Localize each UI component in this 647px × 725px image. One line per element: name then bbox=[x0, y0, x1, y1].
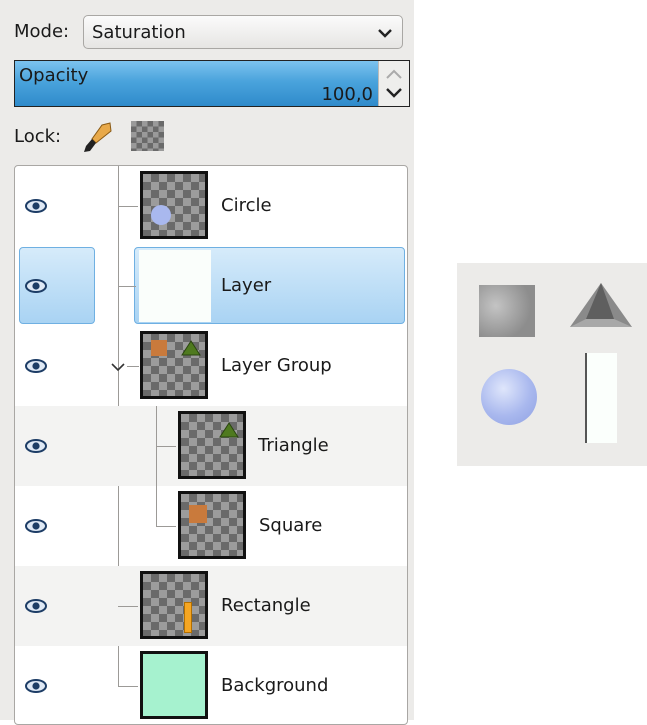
layer-name: Layer bbox=[221, 275, 272, 296]
layers-list: Circle Layer Layer Group Triangle Square… bbox=[14, 165, 408, 725]
circle-shape bbox=[151, 205, 171, 225]
square-shape bbox=[189, 505, 207, 523]
layer-row-background[interactable]: Background bbox=[15, 646, 407, 724]
layer-thumbnail bbox=[140, 651, 208, 719]
square-shape bbox=[151, 340, 167, 356]
mode-value: Saturation bbox=[92, 22, 186, 43]
chevron-down-icon bbox=[378, 29, 392, 38]
eye-icon[interactable] bbox=[22, 672, 50, 700]
tree-branch bbox=[118, 606, 138, 607]
layer-thumbnail bbox=[140, 571, 208, 639]
layer-name: Triangle bbox=[258, 435, 329, 456]
lock-alpha-icon[interactable] bbox=[131, 121, 164, 151]
layer-name: Circle bbox=[221, 195, 272, 216]
tree-branch bbox=[118, 686, 138, 687]
tree-branch bbox=[127, 366, 139, 367]
eye-icon[interactable] bbox=[22, 512, 50, 540]
layer-thumbnail bbox=[178, 491, 246, 559]
tree-branch bbox=[156, 526, 176, 527]
layer-thumbnail bbox=[178, 411, 246, 479]
rectangle-shape bbox=[184, 602, 192, 633]
texture-swatch bbox=[479, 285, 535, 337]
opacity-spinner[interactable] bbox=[378, 61, 409, 106]
layers-panel: Mode: Saturation Opacity 100,0 Lock: Cir… bbox=[0, 0, 414, 725]
layer-thumbnail bbox=[139, 250, 211, 322]
layer-row-layer-group[interactable]: Layer Group bbox=[15, 326, 407, 406]
tree-branch bbox=[118, 286, 136, 287]
expander-chevron-icon[interactable] bbox=[110, 359, 126, 375]
layer-name: Square bbox=[259, 515, 323, 536]
eye-icon[interactable] bbox=[22, 272, 50, 300]
opacity-label: Opacity bbox=[19, 65, 89, 86]
opacity-value: 100,0 bbox=[321, 84, 373, 105]
layer-row-square[interactable]: Square bbox=[15, 486, 407, 566]
triangle-3d-shape bbox=[570, 283, 632, 327]
white-strip-shape bbox=[585, 353, 617, 443]
eye-icon[interactable] bbox=[22, 352, 50, 380]
layer-name: Layer Group bbox=[221, 355, 332, 376]
layer-name: Background bbox=[221, 675, 329, 696]
lock-pixels-brush-icon[interactable] bbox=[80, 119, 116, 155]
layer-row-triangle[interactable]: Triangle bbox=[15, 406, 407, 486]
eye-icon[interactable] bbox=[22, 192, 50, 220]
layer-thumbnail bbox=[140, 171, 208, 239]
canvas-preview bbox=[457, 263, 647, 466]
tree-branch bbox=[118, 206, 138, 207]
circle-shape bbox=[481, 369, 537, 425]
mode-label: Mode: bbox=[14, 21, 70, 42]
layer-row-rectangle[interactable]: Rectangle bbox=[15, 566, 407, 646]
lock-label: Lock: bbox=[14, 126, 62, 147]
eye-icon[interactable] bbox=[22, 432, 50, 460]
layer-name: Rectangle bbox=[221, 595, 311, 616]
eye-icon[interactable] bbox=[22, 592, 50, 620]
tree-branch bbox=[156, 446, 176, 447]
opacity-slider[interactable]: Opacity 100,0 bbox=[14, 60, 410, 107]
triangle-shape bbox=[181, 340, 201, 356]
layer-row-circle[interactable]: Circle bbox=[15, 166, 407, 246]
triangle-shape bbox=[219, 422, 239, 438]
layer-thumbnail bbox=[140, 331, 208, 399]
spin-arrows-icon bbox=[386, 69, 402, 98]
tree-line-group-seg bbox=[156, 486, 157, 527]
mode-dropdown[interactable]: Saturation bbox=[83, 15, 403, 49]
layer-row-layer[interactable]: Layer bbox=[15, 246, 407, 326]
